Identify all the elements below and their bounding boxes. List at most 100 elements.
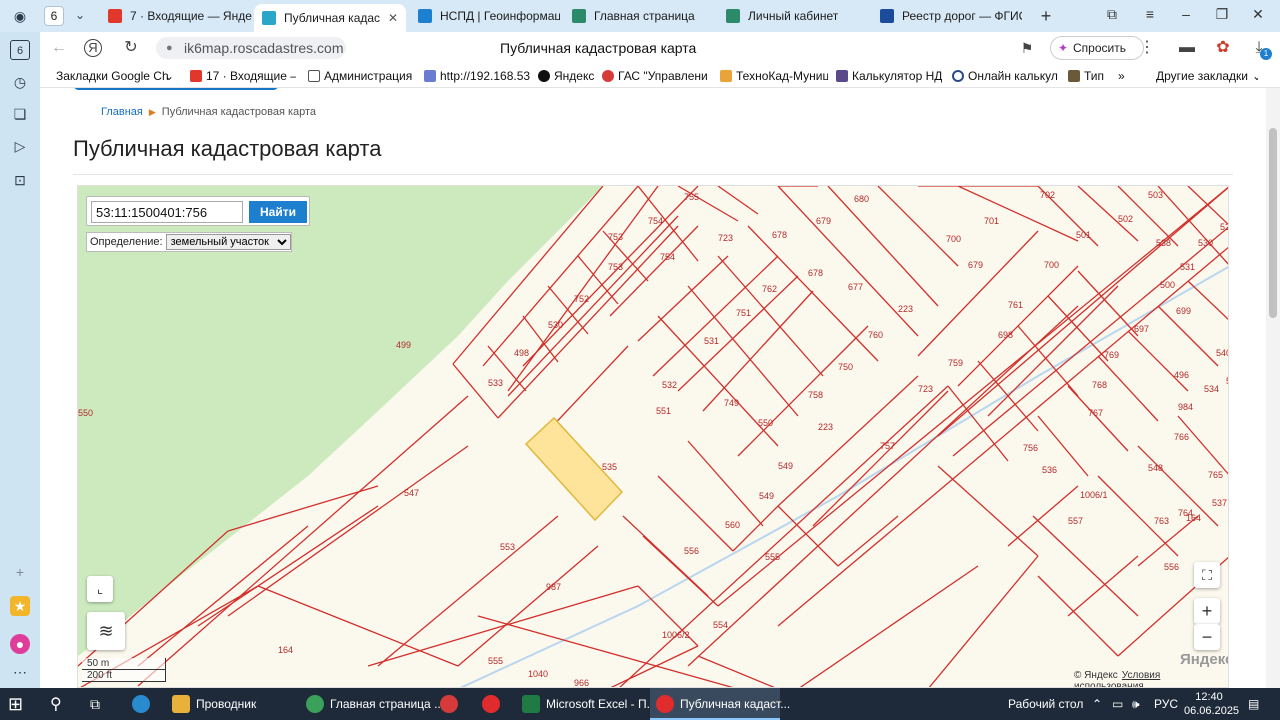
tab-personal-account[interactable]: Личный кабинет: [718, 3, 868, 29]
bookmark-flag-icon[interactable]: ⚑: [1016, 37, 1038, 59]
play-media-icon[interactable]: ▷: [10, 136, 30, 156]
add-panel-plus-icon[interactable]: +: [10, 562, 30, 582]
parcel-boundary: [637, 255, 729, 342]
games-app-icon[interactable]: ★: [10, 596, 30, 616]
tab-mail[interactable]: 7 · Входящие — Яндекс: [100, 3, 252, 29]
parcel-boundary: [717, 186, 1228, 607]
minimize-icon[interactable]: –: [1172, 6, 1200, 26]
parcel-number-label: 702: [1040, 190, 1055, 200]
parcel-boundary: [687, 440, 764, 527]
find-button[interactable]: Найти: [249, 201, 307, 223]
tab-menu-chevron-icon[interactable]: ⌄: [68, 5, 92, 27]
tab-count-badge[interactable]: 6: [44, 6, 64, 26]
parcel-number-label: 551: [656, 406, 671, 416]
zoom-in-icon[interactable]: +: [1194, 598, 1220, 624]
network-icon[interactable]: ▭: [1112, 688, 1126, 720]
tab-cadastral-map[interactable]: Публичная кадастровая карта ✕: [254, 4, 406, 32]
parcel-number-label: 765: [1208, 470, 1223, 480]
screenshot-icon[interactable]: ⊡: [10, 170, 30, 190]
yandex-y-icon[interactable]: Я: [84, 39, 102, 57]
bookmark-google[interactable]: Закладки Google Ch: [56, 68, 174, 84]
page-scrollbar[interactable]: [1266, 88, 1280, 688]
bookmark-online-calculator[interactable]: Онлайн калькуля: [952, 68, 1058, 84]
parcel-boundary: [452, 363, 499, 419]
task-view-icon[interactable]: ⧉: [90, 688, 114, 720]
history-clock-icon[interactable]: ◷: [10, 72, 30, 92]
tab-home-page[interactable]: Главная страница: [564, 3, 714, 29]
close-tab-icon[interactable]: ✕: [388, 11, 398, 25]
collections-icon[interactable]: ⧉: [1098, 6, 1126, 26]
forest-area: [78, 186, 603, 656]
new-tab-plus-icon[interactable]: +: [1032, 6, 1060, 26]
tab-roads-registry[interactable]: Реестр дорог — ФГИС: [872, 3, 1022, 29]
parcel-number-label: 223: [818, 422, 833, 432]
collections-side-icon[interactable]: ❏: [10, 104, 30, 124]
parcel-number-label: 966: [574, 678, 589, 688]
bookmark-folder-chevron-icon[interactable]: ⌄: [164, 68, 178, 84]
bookmarks-overflow-icon[interactable]: »: [1118, 68, 1132, 84]
cadastral-number-input[interactable]: [91, 201, 243, 223]
close-window-icon[interactable]: ✕: [1244, 6, 1272, 26]
bookmark-mail[interactable]: 17 · Входящие — Я: [190, 68, 296, 84]
header-button-remnant[interactable]: [73, 88, 279, 90]
definition-select[interactable]: земельный участок: [165, 234, 291, 250]
system-clock[interactable]: 12:40 06.06.2025: [1184, 690, 1239, 718]
zoom-out-icon[interactable]: −: [1194, 624, 1220, 650]
tray-chevron-icon[interactable]: ⌃: [1092, 688, 1106, 720]
cadastral-map[interactable]: 755 680 702 503 754 723 679 701 502 52 753 678 700 50…: [77, 185, 1229, 688]
taskbar-app-red[interactable]: [440, 688, 466, 720]
url-field[interactable]: ● ik6map.roscadastres.com: [156, 37, 346, 59]
extension-flower-icon[interactable]: ✿: [1212, 37, 1234, 59]
shield-site-icon: [572, 9, 586, 23]
bookmark-administration[interactable]: Администрация С: [308, 68, 412, 84]
desktop-toolbar-label[interactable]: Рабочий стол: [1008, 688, 1083, 720]
bookmarks-other[interactable]: Другие закладки ⌄: [1156, 68, 1258, 84]
parcel-boundary: [957, 186, 1079, 242]
more-vertical-icon[interactable]: ⋮: [1136, 37, 1158, 59]
windows-start-icon[interactable]: ⊞: [8, 688, 32, 720]
map-canvas[interactable]: 755 680 702 503 754 723 679 701 502 52 753 678 700 50…: [78, 186, 1229, 688]
ruler-tool-icon[interactable]: ⌞: [87, 576, 113, 602]
volume-icon[interactable]: 🕪: [1132, 688, 1146, 720]
bookmark-yandex[interactable]: Яндекс: [538, 68, 598, 84]
alice-assistant-icon[interactable]: ●: [10, 634, 30, 654]
more-dots-icon[interactable]: ⋯: [10, 662, 30, 682]
edge-browser-icon[interactable]: [132, 688, 156, 720]
extension-hat-icon[interactable]: ▬: [1176, 37, 1198, 59]
back-arrow-icon[interactable]: ←: [48, 37, 70, 59]
notifications-icon[interactable]: ▤: [1248, 688, 1268, 720]
menu-hamburger-icon[interactable]: ≡: [1136, 6, 1164, 26]
scrollbar-thumb[interactable]: [1269, 128, 1277, 318]
tabs-counter-icon[interactable]: 6: [10, 40, 30, 60]
parcel-number-label: 536: [1042, 465, 1057, 475]
parcel-boundary: [377, 515, 559, 667]
bookmark-ip-address[interactable]: http://192.168.53.: [424, 68, 530, 84]
layers-icon[interactable]: ≋: [87, 612, 125, 650]
maximize-icon[interactable]: ❐: [1208, 6, 1236, 26]
taskbar-chrome[interactable]: Главная страница ...: [300, 688, 444, 720]
language-indicator[interactable]: РУС: [1154, 688, 1180, 720]
breadcrumb-arrow-icon: ▶: [148, 107, 156, 117]
breadcrumb-home-link[interactable]: Главная: [101, 106, 143, 118]
taskbar-excel[interactable]: Microsoft Excel - П...: [516, 688, 657, 720]
parcel-number-label: 531: [1180, 262, 1195, 272]
parcel-boundary: [619, 385, 949, 687]
parcel-number-label: 530: [1198, 238, 1213, 248]
taskbar-explorer[interactable]: Проводник: [166, 688, 294, 720]
bookmark-gas[interactable]: ГАС "Управление: [602, 68, 708, 84]
bookmark-vat-calculator[interactable]: Калькулятор НДС: [836, 68, 942, 84]
flag-icon: [602, 70, 614, 82]
fullscreen-icon[interactable]: ⛶: [1194, 562, 1220, 588]
taskbar-yandex-cadastral[interactable]: Публичная кадаст...: [650, 688, 790, 720]
cadastral-search-panel: Найти: [86, 196, 310, 226]
ask-alice-button[interactable]: ✦ Спросить: [1050, 36, 1144, 60]
search-icon[interactable]: ⚲: [50, 688, 74, 720]
taskbar-yandex[interactable]: [482, 688, 508, 720]
tab-nspd[interactable]: НСПД | Геоинформация: [410, 3, 560, 29]
yandex-logo: Яндекс: [1180, 651, 1229, 668]
parcel-boundary: [917, 230, 1039, 357]
reload-icon[interactable]: ↻: [120, 37, 142, 59]
profile-avatar-icon[interactable]: ◉: [10, 6, 30, 26]
bookmark-type[interactable]: Тип: [1068, 68, 1110, 84]
bookmark-technokad[interactable]: ТехноКад-Муниц: [720, 68, 828, 84]
